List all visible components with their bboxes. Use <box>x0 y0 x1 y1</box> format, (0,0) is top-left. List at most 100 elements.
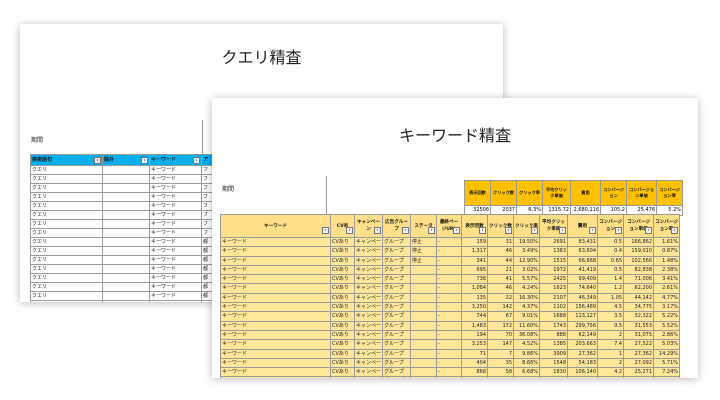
table-cell[interactable]: 888 <box>539 329 569 341</box>
table-cell[interactable]: グループ <box>382 357 412 369</box>
table-cell[interactable]: キーワード <box>149 264 202 274</box>
table-cell[interactable] <box>410 348 438 359</box>
table-cell[interactable]: - <box>436 329 463 341</box>
table-cell[interactable]: キャンペー <box>353 367 384 378</box>
table-cell[interactable]: - <box>436 264 463 276</box>
table-cell[interactable]: - <box>436 357 463 369</box>
column-header[interactable]: 広告グループ ▾ <box>382 214 412 238</box>
table-cell[interactable]: 99,409 <box>567 274 599 285</box>
table-cell[interactable]: 159 <box>461 236 489 248</box>
table-cell[interactable] <box>102 174 150 184</box>
table-cell[interactable]: キーワード <box>149 219 202 229</box>
table-cell[interactable] <box>102 165 150 175</box>
table-cell[interactable]: 2 <box>597 357 625 369</box>
column-header[interactable]: コンバージョン単価 ▾ <box>623 214 655 238</box>
table-cell[interactable] <box>410 292 438 304</box>
table-cell[interactable]: 4.2 <box>597 367 625 378</box>
table-cell[interactable] <box>653 376 681 378</box>
table-cell[interactable]: CVあり <box>330 320 355 331</box>
table-cell[interactable]: 1 <box>597 348 625 359</box>
table-cell[interactable]: 868 <box>461 367 489 378</box>
table-cell[interactable]: 46 <box>487 246 515 257</box>
table-cell[interactable]: CVあり <box>330 357 355 369</box>
table-cell[interactable] <box>102 201 150 211</box>
table-cell[interactable]: 44,142 <box>623 292 655 304</box>
table-cell[interactable]: CVあり <box>330 339 355 350</box>
filter-dropdown-icon[interactable]: ▾ <box>374 227 382 234</box>
table-cell[interactable] <box>102 210 150 220</box>
table-cell[interactable]: グループ <box>382 283 412 294</box>
table-cell[interactable]: 5.22% <box>653 311 681 322</box>
table-cell[interactable]: 74,640 <box>567 283 599 294</box>
table-cell[interactable]: 0.65 <box>597 255 625 266</box>
table-cell[interactable]: 16.30% <box>513 292 541 304</box>
table-cell[interactable]: グループ <box>382 255 412 266</box>
table-cell[interactable]: 2.86% <box>653 329 681 341</box>
filter-dropdown-icon[interactable]: ▾ <box>322 227 329 234</box>
table-cell[interactable] <box>410 339 438 350</box>
table-cell[interactable]: 54,183 <box>567 357 599 369</box>
table-cell[interactable]: 3,253 <box>461 339 489 350</box>
table-cell[interactable]: 159,010 <box>623 246 655 257</box>
table-cell[interactable]: キーワード <box>220 311 331 322</box>
table-cell[interactable]: キャンペー <box>353 264 384 276</box>
table-cell[interactable]: 1,084 <box>461 283 489 294</box>
table-cell[interactable]: キーワード <box>220 339 331 350</box>
table-cell[interactable]: 70 <box>487 329 515 341</box>
table-cell[interactable]: 5.57% <box>513 274 541 285</box>
filter-dropdown-icon[interactable]: ▾ <box>141 157 148 164</box>
table-cell[interactable]: 4.52% <box>513 339 541 350</box>
table-cell[interactable]: キャンペー <box>353 236 384 248</box>
table-cell[interactable]: キーワード <box>149 210 202 220</box>
table-cell[interactable]: 4.77% <box>653 292 681 304</box>
table-cell[interactable]: 6.68% <box>513 367 541 378</box>
table-cell[interactable]: クエリ <box>30 264 103 274</box>
table-cell[interactable]: 1623 <box>539 283 569 294</box>
table-cell[interactable]: 172 <box>487 320 515 331</box>
table-cell[interactable]: クエリ <box>30 273 103 283</box>
table-cell[interactable]: クエリ <box>30 165 103 175</box>
table-cell[interactable]: CVあり <box>330 246 355 257</box>
table-cell[interactable]: 27,522 <box>623 339 655 350</box>
column-header[interactable]: 平均クリック単価 ▾ <box>539 214 569 238</box>
table-cell[interactable]: キーワード <box>220 348 331 359</box>
filter-dropdown-icon[interactable]: ▾ <box>589 227 597 234</box>
table-cell[interactable]: 0.5 <box>597 264 625 276</box>
table-cell[interactable] <box>102 237 150 247</box>
table-cell[interactable]: キーワード <box>149 183 202 193</box>
table-cell[interactable]: クエリ <box>30 255 103 265</box>
table-cell[interactable]: CVあり <box>330 236 355 248</box>
table-cell[interactable]: クエリ <box>30 246 103 256</box>
table-cell[interactable]: - <box>436 348 463 359</box>
table-cell[interactable]: 停止 <box>410 236 438 248</box>
table-cell[interactable]: グループ <box>382 320 412 331</box>
table-cell[interactable]: キャンペー <box>353 329 384 341</box>
table-cell[interactable]: 27,362 <box>623 348 655 359</box>
table-cell[interactable]: CVあり <box>330 264 355 276</box>
table-cell[interactable]: 2107 <box>539 292 569 304</box>
table-cell[interactable]: 106,140 <box>567 367 599 378</box>
table-cell[interactable]: - <box>436 376 463 378</box>
table-cell[interactable]: グループ <box>382 246 412 257</box>
table-cell[interactable] <box>102 192 150 202</box>
table-cell[interactable]: キャンペー <box>353 357 384 369</box>
table-cell[interactable]: CVあり <box>330 292 355 304</box>
table-cell[interactable]: グループ <box>382 329 412 341</box>
table-cell[interactable]: クエリ <box>30 201 103 211</box>
table-cell[interactable]: CVあり <box>330 255 355 266</box>
table-cell[interactable] <box>410 264 438 276</box>
table-cell[interactable]: 82,838 <box>623 264 655 276</box>
table-cell[interactable]: 4.5 <box>597 302 625 313</box>
table-cell[interactable]: 299,756 <box>567 320 599 331</box>
table-cell[interactable] <box>410 376 438 378</box>
table-cell[interactable]: 63,604 <box>567 246 599 257</box>
table-cell[interactable]: キーワード <box>149 273 202 283</box>
table-cell[interactable]: 27,092 <box>623 357 655 369</box>
table-cell[interactable]: キーワード <box>149 300 202 302</box>
table-cell[interactable] <box>102 282 150 292</box>
table-cell[interactable] <box>102 300 150 302</box>
table-cell[interactable]: 744 <box>461 311 489 322</box>
table-cell[interactable]: クエリ <box>30 291 103 301</box>
table-cell[interactable] <box>410 302 438 313</box>
table-cell[interactable]: 135 <box>461 292 489 304</box>
